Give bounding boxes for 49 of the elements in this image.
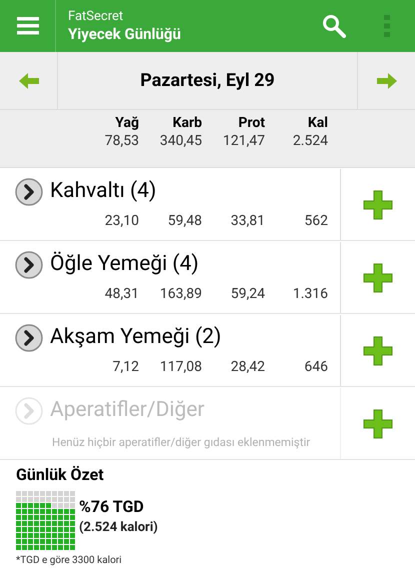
meal-value: 59,24 — [230, 284, 265, 304]
screen-title: Yiyecek Günlüğü — [68, 24, 182, 44]
progress-grid — [16, 491, 75, 550]
search-icon — [322, 14, 346, 38]
meal-value: 163,89 — [158, 284, 202, 304]
total-value: 2.524 — [292, 132, 328, 150]
meal-value: 48,31 — [104, 284, 139, 304]
total-label: Kal — [308, 115, 328, 132]
meal-value: 646 — [303, 358, 328, 376]
total-label: Yağ — [115, 115, 139, 132]
meal-note: Henüz hiçbir aperatifler/diğer gıdası eklenmemiştir — [51, 434, 312, 450]
meal-value: 28,42 — [230, 358, 265, 376]
total-label: Karb — [172, 115, 202, 132]
total-value: 78,53 — [104, 132, 139, 150]
chevron-icon — [14, 250, 44, 280]
more-icon — [384, 15, 390, 37]
summary-title: Günlük Özet — [16, 464, 105, 486]
right-arrow-icon — [376, 70, 398, 90]
chevron-icon — [14, 176, 44, 207]
meal-value: 7,12 — [112, 358, 139, 376]
total-label: Prot — [238, 115, 265, 132]
left-arrow-icon — [18, 70, 40, 90]
menu-icon — [16, 17, 38, 35]
meal-value: 1.316 — [292, 284, 328, 304]
percent-text: %76 TGD — [79, 497, 145, 517]
meal-row[interactable]: Akşam Yemeği (2) 7,12 117,08 28,42 646 — [0, 315, 341, 386]
meal-title: Akşam Yemeği (2) — [50, 324, 222, 351]
plus-icon — [363, 190, 393, 220]
meal-title: Aperatifler/Diğer — [50, 397, 205, 424]
app-name: FatSecret — [68, 8, 124, 25]
plus-icon — [363, 336, 393, 366]
total-value: 340,45 — [160, 132, 202, 150]
footnote: *TGD e göre 3300 kalori — [16, 554, 123, 568]
date-label: Pazartesi, Eyl 29 — [140, 69, 275, 93]
chevron-icon — [14, 322, 44, 353]
calories-text: (2.524 kalori) — [79, 520, 158, 536]
meal-value: 562 — [303, 212, 328, 230]
meal-value: 59,48 — [166, 212, 202, 230]
meal-value: 117,08 — [158, 358, 202, 376]
plus-icon — [363, 408, 393, 438]
chevron-icon — [14, 396, 44, 426]
meal-title: Öğle Yemeği (4) — [50, 250, 199, 278]
meal-value: 23,10 — [104, 212, 139, 230]
meal-row[interactable]: Kahvaltı (4) 23,10 59,48 33,81 562 — [0, 169, 341, 240]
plus-icon — [363, 262, 393, 292]
total-value: 121,47 — [222, 132, 265, 150]
meal-row[interactable]: Öğle Yemeği (4) 48,31 163,89 59,24 1.316 — [0, 242, 341, 313]
meal-value: 33,81 — [230, 212, 265, 230]
meal-title: Kahvaltı (4) — [50, 178, 156, 205]
